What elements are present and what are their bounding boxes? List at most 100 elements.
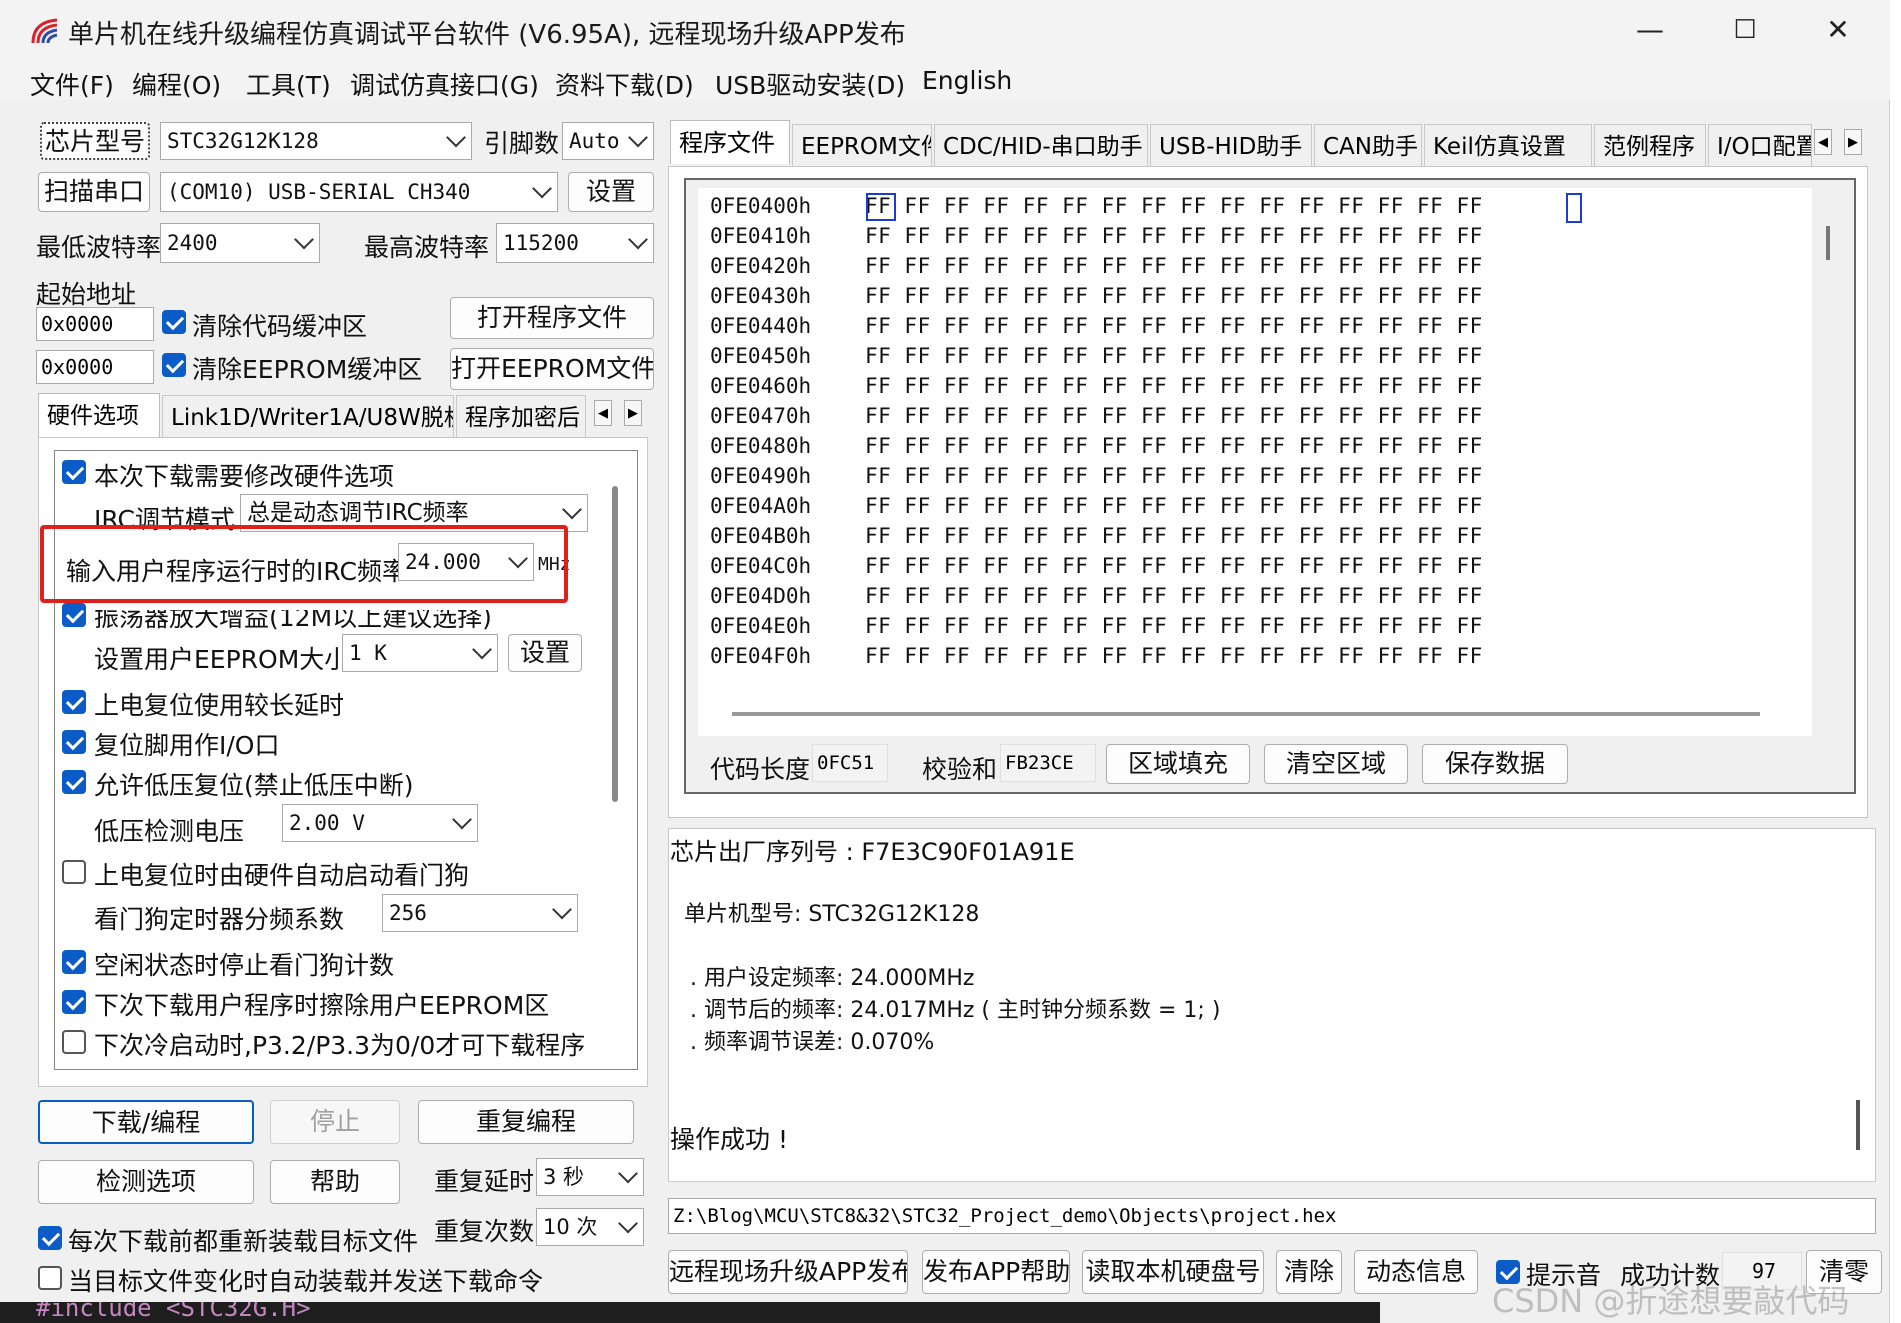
lvd-voltage-select[interactable]: 2.00 V	[282, 804, 478, 842]
hex-horizontal-scrollbar[interactable]	[732, 712, 1760, 716]
stop-button[interactable]: 停止	[270, 1100, 400, 1144]
port-settings-button[interactable]: 设置	[568, 172, 654, 212]
open-program-file-button[interactable]: 打开程序文件	[450, 297, 654, 339]
tab-scroll-right-icon[interactable]: ▶	[624, 400, 642, 426]
menu-tools[interactable]: 工具(T)	[246, 66, 331, 102]
eeprom-start-address-input[interactable]: 0x0000	[36, 350, 154, 384]
read-disk-button[interactable]: 读取本机硬盘号	[1082, 1250, 1264, 1294]
close-button[interactable]: ✕	[1808, 10, 1868, 50]
hex-row: 0FE0410h FF FF FF FF FF FF FF FF FF FF FF…	[710, 224, 1570, 252]
minimize-button[interactable]: —	[1620, 10, 1680, 50]
auto-send-checkbox[interactable]	[38, 1266, 62, 1290]
hex-data[interactable]: FF FF FF FF FF FF FF FF FF FF FF FF FF F…	[865, 404, 1483, 428]
menu-file[interactable]: 文件(F)	[30, 66, 114, 102]
chip-type-select[interactable]: STC32G12K128	[160, 122, 472, 160]
right-tab-scroll-left-icon[interactable]: ◀	[1814, 129, 1832, 155]
hex-data[interactable]: FF FF FF FF FF FF FF FF FF FF FF FF FF F…	[865, 614, 1483, 638]
hex-data[interactable]: FF FF FF FF FF FF FF FF FF FF FF FF FF F…	[865, 494, 1483, 518]
p32-p33-checkbox[interactable]	[62, 1030, 86, 1054]
tab-can[interactable]: CAN助手	[1314, 124, 1422, 168]
reload-each-checkbox[interactable]	[38, 1226, 62, 1250]
long-reset-checkbox[interactable]	[62, 690, 86, 714]
menu-debug[interactable]: 调试仿真接口(G)	[350, 66, 539, 102]
help-button[interactable]: 帮助	[270, 1160, 400, 1204]
clear-log-button[interactable]: 清除	[1276, 1250, 1342, 1294]
hex-data[interactable]: FF FF FF FF FF FF FF FF FF FF FF FF FF F…	[865, 434, 1483, 458]
chip-type-button[interactable]: 芯片型号	[40, 122, 150, 160]
hardware-scrollbar[interactable]	[612, 486, 618, 802]
idle-wdt-checkbox[interactable]	[62, 950, 86, 974]
fill-region-button[interactable]: 区域填充	[1106, 744, 1250, 784]
hex-address: 0FE0440h	[710, 314, 812, 338]
repeat-delay-select[interactable]: 3 秒	[536, 1158, 644, 1196]
tab-usb-hid[interactable]: USB-HID助手	[1150, 124, 1312, 168]
scan-port-button[interactable]: 扫描串口	[38, 172, 150, 212]
log-scrollbar[interactable]	[1856, 1100, 1860, 1150]
tab-encryption[interactable]: 程序加密后	[456, 395, 586, 439]
hex-row: 0FE0480h FF FF FF FF FF FF FF FF FF FF FF…	[710, 434, 1570, 462]
repeat-count-select[interactable]: 10 次	[536, 1208, 644, 1246]
check-options-button[interactable]: 检测选项	[38, 1160, 254, 1204]
modify-hw-checkbox[interactable]	[62, 460, 86, 484]
lvd-voltage-value: 2.00 V	[289, 811, 365, 835]
hex-scrollbar[interactable]	[1826, 226, 1830, 260]
pins-select[interactable]: Auto	[562, 122, 654, 160]
tab-hardware-options[interactable]: 硬件选项	[38, 393, 160, 437]
menu-program[interactable]: 编程(O)	[132, 66, 221, 102]
clear-code-checkbox[interactable]	[162, 310, 186, 334]
hex-address: 0FE04E0h	[710, 614, 812, 638]
hex-data[interactable]: FF FF FF FF FF FF FF FF FF FF FF FF FF F…	[865, 644, 1483, 668]
hex-address: 0FE0420h	[710, 254, 812, 278]
min-baud-select[interactable]: 2400	[160, 223, 320, 263]
tab-scroll-left-icon[interactable]: ◀	[594, 400, 612, 426]
hex-data[interactable]: FF FF FF FF FF FF FF FF FF FF FF FF FF F…	[865, 254, 1483, 278]
save-data-button[interactable]: 保存数据	[1422, 744, 1568, 784]
file-path-field[interactable]: Z:\Blog\MCU\STC8&32\STC32_Project_demo\O…	[668, 1198, 1876, 1234]
hex-data[interactable]: FF FF FF FF FF FF FF FF FF FF FF FF FF F…	[865, 554, 1483, 578]
hex-data[interactable]: FF FF FF FF FF FF FF FF FF FF FF FF FF F…	[865, 524, 1483, 548]
dynamic-info-button[interactable]: 动态信息	[1354, 1250, 1478, 1294]
hex-data[interactable]: FF FF FF FF FF FF FF FF FF FF FF FF FF F…	[865, 194, 1483, 218]
hex-data[interactable]: FF FF FF FF FF FF FF FF FF FF FF FF FF F…	[865, 464, 1483, 488]
menu-usb-driver[interactable]: USB驱动安装(D)	[715, 66, 905, 102]
wdt-auto-label: 上电复位时由硬件自动启动看门狗	[94, 861, 470, 890]
tab-serial-assistant[interactable]: CDC/HID-串口助手	[934, 124, 1148, 168]
tab-keil-sim[interactable]: Keil仿真设置	[1424, 124, 1592, 168]
osc-gain-checkbox[interactable]	[62, 603, 86, 627]
publish-help-button[interactable]: 发布APP帮助	[922, 1250, 1070, 1294]
tab-program-file[interactable]: 程序文件	[670, 120, 790, 164]
hex-data[interactable]: FF FF FF FF FF FF FF FF FF FF FF FF FF F…	[865, 314, 1483, 338]
max-baud-select[interactable]: 115200	[496, 223, 654, 263]
hex-data[interactable]: FF FF FF FF FF FF FF FF FF FF FF FF FF F…	[865, 374, 1483, 398]
clear-eeprom-checkbox[interactable]	[162, 353, 186, 377]
remote-upgrade-button[interactable]: 远程现场升级APP发布	[668, 1250, 908, 1294]
tab-examples[interactable]: 范例程序	[1594, 124, 1706, 168]
repeat-program-button[interactable]: 重复编程	[418, 1100, 634, 1144]
hex-data[interactable]: FF FF FF FF FF FF FF FF FF FF FF FF FF F…	[865, 344, 1483, 368]
tab-eeprom-file[interactable]: EEPROM文件	[792, 124, 932, 168]
hex-data[interactable]: FF FF FF FF FF FF FF FF FF FF FF FF FF F…	[865, 584, 1483, 608]
right-tab-scroll-right-icon[interactable]: ▶	[1844, 129, 1862, 155]
open-eeprom-file-button[interactable]: 打开EEPROM文件	[450, 348, 654, 390]
hex-data[interactable]: FF FF FF FF FF FF FF FF FF FF FF FF FF F…	[865, 224, 1483, 248]
download-program-button[interactable]: 下载/编程	[38, 1100, 254, 1144]
chevron-down-icon	[562, 499, 582, 520]
erase-eeprom-checkbox[interactable]	[62, 990, 86, 1014]
wdt-auto-checkbox[interactable]	[62, 860, 86, 884]
hex-data[interactable]: FF FF FF FF FF FF FF FF FF FF FF FF FF F…	[865, 284, 1483, 308]
eeprom-size-select[interactable]: 1 K	[342, 634, 498, 672]
maximize-button[interactable]: ☐	[1715, 10, 1775, 50]
modify-hw-label: 本次下载需要修改硬件选项	[94, 462, 395, 491]
tab-offline-writer[interactable]: Link1D/Writer1A/U8W脱机	[162, 395, 454, 439]
port-select[interactable]: (COM10) USB-SERIAL CH340	[160, 172, 558, 212]
menu-download[interactable]: 资料下载(D)	[555, 66, 694, 102]
eeprom-size-set-button[interactable]: 设置	[508, 634, 582, 672]
clear-region-button[interactable]: 清空区域	[1264, 744, 1408, 784]
wdt-div-select[interactable]: 256	[382, 894, 578, 932]
lvd-voltage-label: 低压检测电压	[94, 817, 245, 846]
lvd-reset-checkbox[interactable]	[62, 770, 86, 794]
reset-io-checkbox[interactable]	[62, 730, 86, 754]
code-start-address-input[interactable]: 0x0000	[36, 307, 154, 341]
tab-io-config[interactable]: I/O口配置	[1708, 124, 1812, 168]
menu-english[interactable]: English	[922, 66, 1012, 95]
